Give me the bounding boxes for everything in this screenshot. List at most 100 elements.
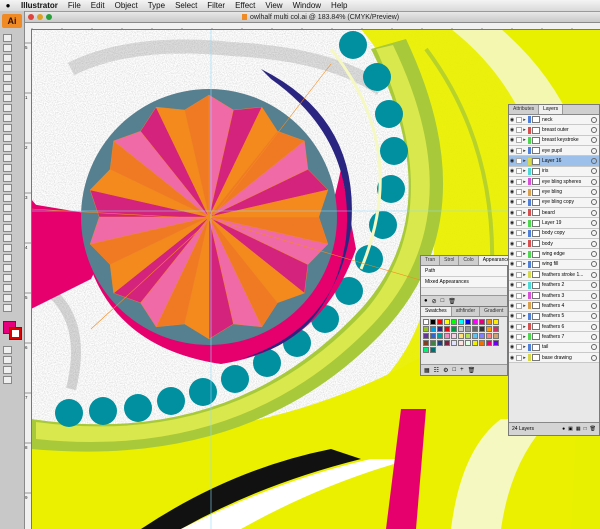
layer-row[interactable]: ◉ ▸ Layer 19 (509, 218, 599, 229)
layer-name[interactable]: Layer 16 (542, 158, 591, 164)
target-circle-icon[interactable] (591, 292, 597, 299)
visibility-eye-icon[interactable]: ◉ (509, 313, 515, 319)
swatch[interactable] (423, 333, 429, 339)
free-transform-tool-icon[interactable] (3, 184, 12, 192)
swatch[interactable] (472, 326, 478, 332)
visibility-eye-icon[interactable]: ◉ (509, 179, 515, 185)
menu-type[interactable]: Type (143, 1, 170, 10)
layer-row[interactable]: ◉ ▸ feathers 3 (509, 290, 599, 302)
tab-color[interactable]: Colo (459, 256, 479, 265)
swatch-libraries-icon[interactable]: ▦ (424, 367, 430, 374)
menu-file[interactable]: File (63, 1, 86, 10)
swatch[interactable] (465, 326, 471, 332)
swatch[interactable] (465, 340, 471, 346)
swatch[interactable] (423, 340, 429, 346)
layer-row[interactable]: ◉ ▸ neck (509, 115, 599, 126)
fill-stroke-swatches[interactable] (1, 319, 23, 340)
expand-triangle-icon[interactable]: ▸ (522, 261, 527, 267)
layer-name[interactable]: Layer 19 (542, 220, 591, 226)
expand-triangle-icon[interactable]: ▸ (522, 179, 527, 185)
swatch[interactable] (486, 326, 492, 332)
target-circle-icon[interactable] (591, 271, 597, 278)
layer-name[interactable]: feathers 2 (542, 282, 591, 288)
swatch[interactable] (493, 326, 499, 332)
swatch[interactable] (486, 340, 492, 346)
expand-triangle-icon[interactable]: ▸ (522, 324, 527, 330)
hand-tool-icon[interactable] (3, 294, 12, 302)
layer-row[interactable]: ◉ ▸ eye bling (509, 187, 599, 198)
swatch[interactable] (493, 340, 499, 346)
visibility-eye-icon[interactable]: ◉ (509, 137, 515, 143)
target-circle-icon[interactable] (591, 282, 597, 289)
menu-help[interactable]: Help (326, 1, 352, 10)
layer-name[interactable]: breast keystroke (542, 137, 591, 143)
swatch[interactable] (444, 326, 450, 332)
swatch[interactable] (465, 333, 471, 339)
layer-name[interactable]: feathers 6 (542, 324, 591, 330)
selection-tool-icon[interactable] (3, 34, 12, 42)
duplicate-item-icon[interactable]: □ (441, 298, 445, 304)
live-paint-selection-tool-icon[interactable] (3, 264, 12, 272)
expand-triangle-icon[interactable]: ▸ (522, 148, 527, 154)
layer-name[interactable]: eye bling copy (542, 199, 591, 205)
paintbrush-tool-icon[interactable] (3, 114, 12, 122)
layer-name[interactable]: feathers 4 (542, 303, 591, 309)
layer-row[interactable]: ◉ ▸ feathers 6 (509, 321, 599, 333)
layer-name[interactable]: wing edge (542, 251, 591, 257)
swatch[interactable] (472, 333, 478, 339)
layer-row[interactable]: ◉ ▸ tail (509, 342, 599, 353)
expand-triangle-icon[interactable]: ▸ (522, 344, 527, 350)
new-art-icon[interactable]: ● (424, 298, 428, 304)
menu-effect[interactable]: Effect (230, 1, 260, 10)
visibility-eye-icon[interactable]: ◉ (509, 210, 515, 216)
target-circle-icon[interactable] (591, 209, 597, 216)
new-sublayer-icon[interactable]: ▦ (576, 426, 581, 432)
swatch[interactable] (437, 340, 443, 346)
rotate-tool-icon[interactable] (3, 154, 12, 162)
layer-name[interactable]: body copy (542, 230, 591, 236)
swatch[interactable] (465, 319, 471, 325)
target-circle-icon[interactable] (591, 313, 597, 320)
layer-row[interactable]: ◉ ▸ eye bling copy (509, 197, 599, 209)
delete-layer-icon[interactable]: 🗑 (590, 426, 596, 432)
expand-triangle-icon[interactable]: ▸ (522, 230, 527, 236)
expand-triangle-icon[interactable]: ▸ (522, 355, 527, 361)
layer-name[interactable]: iris (542, 168, 591, 174)
layer-row[interactable]: ◉ ▸ body (509, 239, 599, 250)
swatch[interactable] (479, 326, 485, 332)
expand-triangle-icon[interactable]: ▸ (522, 210, 527, 216)
visibility-eye-icon[interactable]: ◉ (509, 303, 515, 309)
layer-row[interactable]: ◉ ▸ wing fill (509, 259, 599, 271)
magic-wand-tool-icon[interactable] (3, 54, 12, 62)
layer-row[interactable]: ◉ ▸ base drawing (509, 352, 599, 364)
swatch[interactable] (486, 333, 492, 339)
swatch[interactable] (423, 326, 429, 332)
layer-row[interactable]: ◉ ▸ beard (509, 208, 599, 219)
visibility-eye-icon[interactable]: ◉ (509, 148, 515, 154)
target-circle-icon[interactable] (591, 354, 597, 361)
layer-row[interactable]: ◉ ▸ eye bling spheres (509, 177, 599, 188)
appearance-path-row[interactable]: Path (421, 266, 507, 277)
expand-triangle-icon[interactable]: ▸ (522, 282, 527, 288)
symbol-sprayer-tool-icon[interactable] (3, 194, 12, 202)
blend-tool-icon[interactable] (3, 244, 12, 252)
swatch[interactable] (444, 333, 450, 339)
tab-transparency[interactable]: Tran (421, 256, 441, 265)
visibility-eye-icon[interactable]: ◉ (509, 251, 515, 257)
swatch[interactable] (430, 333, 436, 339)
target-circle-icon[interactable] (591, 344, 597, 351)
eraser-tool-icon[interactable] (3, 144, 12, 152)
visibility-eye-icon[interactable]: ◉ (509, 189, 515, 195)
layer-row[interactable]: ◉ ▸ feathers 2 (509, 280, 599, 291)
target-circle-icon[interactable] (591, 240, 597, 247)
expand-triangle-icon[interactable]: ▸ (522, 137, 527, 143)
expand-triangle-icon[interactable]: ▸ (522, 241, 527, 247)
blob-brush-tool-icon[interactable] (3, 134, 12, 142)
expand-triangle-icon[interactable]: ▸ (522, 313, 527, 319)
swatch[interactable] (430, 326, 436, 332)
zoom-tool-icon[interactable] (3, 304, 12, 312)
mesh-tool-icon[interactable] (3, 214, 12, 222)
layer-row[interactable]: ◉ ▸ feathers 4 (509, 301, 599, 312)
layer-row[interactable]: ◉ ▸ feathers stroke 1... (509, 270, 599, 281)
zoom-window-button[interactable] (46, 14, 52, 20)
